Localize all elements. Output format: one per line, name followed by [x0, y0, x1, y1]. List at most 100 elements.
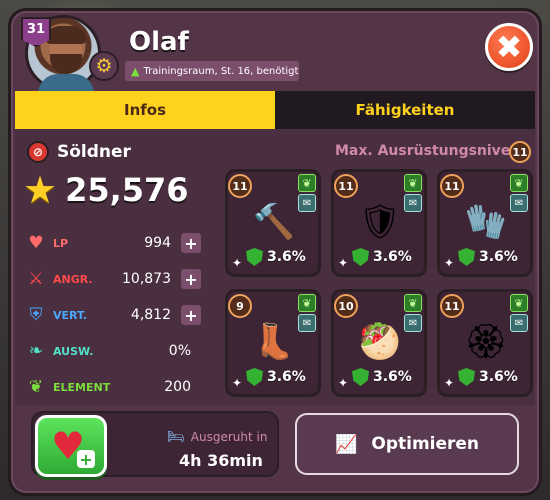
sword-icon: ⚔	[28, 269, 44, 289]
hammer-icon: 🔨	[252, 202, 296, 242]
hero-name: Olaf	[129, 27, 189, 57]
bonus-value: 3.6%	[267, 249, 306, 265]
slot-level-badge: 11	[440, 294, 464, 318]
heal-button[interactable]: ♥ +	[35, 415, 107, 477]
shield-icon	[246, 368, 263, 386]
bonus-value: 3.6%	[373, 249, 412, 265]
bonus-value: 3.6%	[373, 369, 412, 385]
tab-bar: Infos Fähigkeiten	[15, 91, 535, 129]
slot-bonus: 3.6%	[352, 248, 412, 266]
equipment-slot[interactable]: 10 ❦ ✉ 🥙 ✦ 3.6%	[331, 289, 427, 397]
requirement-text: Trainingsraum, St. 16, benötigt	[143, 65, 299, 77]
slot-bonus: 3.6%	[246, 368, 306, 386]
max-equipment-label: Max. Ausrüstungsniveau	[335, 143, 530, 159]
info-content: ⊘ Söldner ★ 25,576 ♥ LP 994 + ⚔ ANGR. 10,873 + ⛨…	[15, 129, 535, 405]
rest-time: 4h 36min	[179, 451, 263, 470]
stat-plus-button[interactable]: +	[181, 233, 201, 253]
rest-info: 🛏 Ausgeruht in 4h 36min	[167, 429, 267, 470]
armor-icon: 🛡	[358, 202, 402, 242]
slot-bonus: 3.6%	[458, 248, 518, 266]
avatar-beard	[50, 54, 82, 74]
stat-row: ⚔ ANGR. 10,873 +	[25, 261, 203, 297]
slot-level-badge: 11	[334, 174, 358, 198]
stat-value: 0%	[168, 343, 191, 359]
shield-icon	[352, 368, 369, 386]
gear-icon[interactable]: ⚙	[89, 51, 119, 81]
sparkle-icon: ✦	[232, 256, 243, 270]
optimize-button[interactable]: 📈 Optimieren	[295, 413, 519, 475]
equipment-slot[interactable]: 11 ❦ ✉ 🏵 ✦ 3.6%	[437, 289, 533, 397]
equipment-slot[interactable]: 9 ❦ ✉ 👢 ✦ 3.6%	[225, 289, 321, 397]
upgrade-arrow-icon: ▲	[131, 64, 140, 78]
leaf-icon: ❦	[298, 294, 316, 312]
stat-value: 200	[164, 379, 191, 395]
sparkle-icon: ✦	[232, 376, 243, 390]
slot-level-badge: 9	[228, 294, 252, 318]
scroll-icon: ✉	[510, 314, 528, 332]
food-icon: 🥙	[358, 322, 402, 362]
stat-label: AUSW.	[53, 344, 94, 358]
scroll-icon: ✉	[404, 314, 422, 332]
stat-row: ❦ ELEMENT 200	[25, 369, 203, 405]
stats-list: ♥ LP 994 + ⚔ ANGR. 10,873 + ⛨ VERT. 4,812 + ❧ AUSW. 0%…	[25, 225, 203, 405]
tab-faehigkeiten[interactable]: Fähigkeiten	[275, 91, 535, 129]
boots-icon: 👢	[252, 322, 296, 362]
scroll-icon: ✉	[404, 194, 422, 212]
star-icon: ★	[23, 168, 58, 212]
stat-label: ELEMENT	[53, 380, 111, 394]
stat-value: 4,812	[130, 307, 171, 323]
leaf-icon: ❦	[298, 174, 316, 192]
plus-icon: +	[77, 450, 95, 469]
class-label: Söldner	[57, 142, 131, 162]
slot-bonus: 3.6%	[246, 248, 306, 266]
hero-power: ★ 25,576	[23, 171, 189, 209]
hero-panel: 31 ⚙ Olaf ▲ Trainingsraum, St. 16, benöt…	[8, 8, 542, 496]
equipment-slot[interactable]: 11 ❦ ✉ 🧤 ✦ 3.6%	[437, 169, 533, 277]
stat-value: 10,873	[122, 271, 171, 287]
bottom-bar: 🛏 Ausgeruht in 4h 36min ♥ + 📈 Optimieren	[15, 405, 535, 489]
leaf-icon: ❦	[510, 294, 528, 312]
hero-class: ⊘ Söldner	[27, 141, 131, 163]
trend-chart-icon: 📈	[334, 433, 358, 455]
leaf-icon: ❦	[28, 377, 44, 397]
max-equipment-level: 11	[509, 141, 531, 163]
close-button[interactable]: ✖	[485, 23, 533, 71]
tab-infos[interactable]: Infos	[15, 91, 275, 129]
heal-heart-icon: ♥ +	[51, 427, 95, 469]
wing-icon: ❧	[28, 341, 44, 361]
stat-row: ♥ LP 994 +	[25, 225, 203, 261]
equipment-slot[interactable]: 11 ❦ ✉ 🔨 ✦ 3.6%	[225, 169, 321, 277]
stat-plus-button[interactable]: +	[181, 269, 201, 289]
stat-label: LP	[53, 236, 69, 250]
requirement-badge: ▲ Trainingsraum, St. 16, benötigt	[125, 61, 299, 81]
scroll-icon: ✉	[298, 194, 316, 212]
rest-label-row: 🛏 Ausgeruht in	[167, 429, 267, 445]
close-icon: ✖	[495, 28, 523, 66]
sparkle-icon: ✦	[338, 256, 349, 270]
optimize-label: Optimieren	[371, 434, 480, 454]
stat-label: ANGR.	[53, 272, 93, 286]
bonus-value: 3.6%	[479, 249, 518, 265]
avatar-hair	[46, 26, 86, 44]
leaf-icon: ❦	[404, 174, 422, 192]
class-icon: ⊘	[27, 141, 49, 163]
slot-level-badge: 11	[228, 174, 252, 198]
shield-icon	[458, 368, 475, 386]
slot-level-badge: 11	[440, 174, 464, 198]
bonus-value: 3.6%	[479, 369, 518, 385]
slot-level-badge: 10	[334, 294, 358, 318]
scroll-icon: ✉	[298, 314, 316, 332]
sparkle-icon: ✦	[444, 376, 455, 390]
bracers-icon: 🧤	[464, 202, 508, 242]
stat-plus-button[interactable]: +	[181, 305, 201, 325]
equipment-slot[interactable]: 11 ❦ ✉ 🛡 ✦ 3.6%	[331, 169, 427, 277]
shield-icon	[246, 248, 263, 266]
slot-bonus: 3.6%	[352, 368, 412, 386]
power-value: 25,576	[65, 171, 189, 209]
stat-row: ⛨ VERT. 4,812 +	[25, 297, 203, 333]
sparkle-icon: ✦	[444, 256, 455, 270]
slot-bonus: 3.6%	[458, 368, 518, 386]
leaf-icon: ❦	[404, 294, 422, 312]
stat-row: ❧ AUSW. 0%	[25, 333, 203, 369]
heart-icon: ♥	[28, 233, 44, 253]
